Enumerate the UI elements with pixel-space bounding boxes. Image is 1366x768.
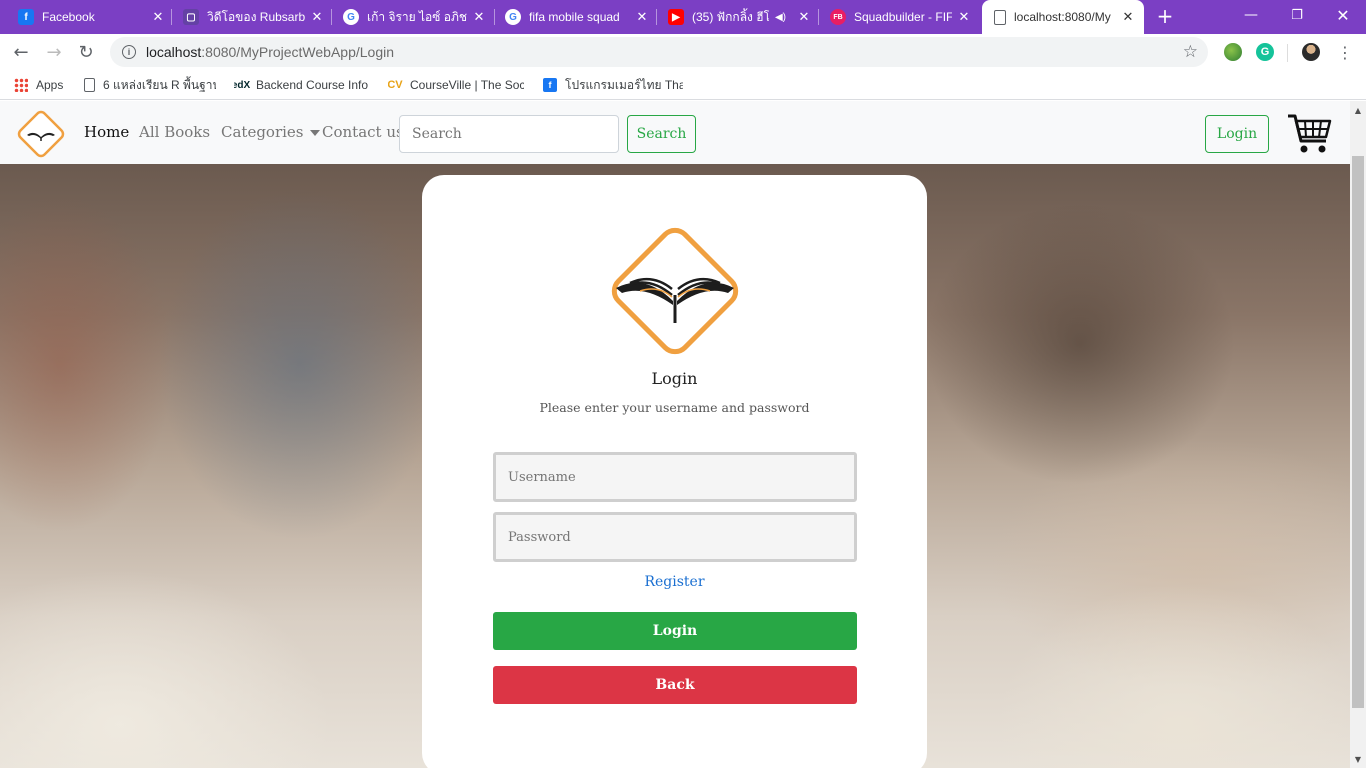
apps-grid-icon xyxy=(14,78,28,92)
nav-categories-dropdown[interactable]: Categories xyxy=(221,123,320,141)
url-host: localhost xyxy=(146,44,202,60)
close-window-icon[interactable]: ✕ xyxy=(1320,0,1366,30)
close-tab-icon[interactable]: ✕ xyxy=(1120,9,1136,25)
tab-title: วิดีโอของ Rubsarb - xyxy=(207,9,305,24)
nav-all-books-link[interactable]: All Books xyxy=(139,123,210,141)
info-icon[interactable]: i xyxy=(122,45,136,59)
caret-down-icon xyxy=(309,130,320,136)
bookmark-apps[interactable]: Apps xyxy=(14,76,63,94)
grammarly-icon[interactable]: G xyxy=(1256,43,1274,61)
nav-login-button[interactable]: Login xyxy=(1205,115,1269,153)
shopping-cart-icon[interactable] xyxy=(1286,111,1332,155)
speaker-icon[interactable]: ◀) xyxy=(775,12,786,23)
bookmark-label: Backend Course Info xyxy=(256,78,369,92)
open-book-logo xyxy=(611,227,739,355)
new-tab-button[interactable]: + xyxy=(1154,6,1176,28)
facebook-icon: f xyxy=(543,78,557,92)
tab-google-1[interactable]: G เก้า จิราย ไอซ์ อภิชญ ✕ xyxy=(343,0,487,34)
back-button[interactable]: Back xyxy=(493,666,857,704)
tab-youtube[interactable]: ▶ (35) ฟักกลิ้ง ฮีโ ◀) ✕ xyxy=(668,0,812,34)
browser-tab-strip: f Facebook ✕ ▢ วิดีโอของ Rubsarb - ✕ G เ… xyxy=(0,0,1366,34)
login-card: Login Please enter your username and pas… xyxy=(422,175,927,768)
url-path: :8080/MyProjectWebApp/Login xyxy=(201,44,395,60)
bookmark-r-learning[interactable]: 6 แหล่งเรียน R พื้นฐานฟ xyxy=(84,76,216,94)
bookmark-label: 6 แหล่งเรียน R พื้นฐานฟ xyxy=(103,77,216,92)
extension-globe-icon[interactable] xyxy=(1224,43,1242,61)
youtube-icon: ▶ xyxy=(668,9,684,25)
google-icon: G xyxy=(343,9,359,25)
profile-avatar[interactable] xyxy=(1302,43,1320,61)
bookmark-label: Apps xyxy=(36,78,64,92)
page-viewport: Home All Books Categories Contact us Sea… xyxy=(0,101,1350,768)
scrollbar-thumb[interactable] xyxy=(1352,156,1364,708)
forward-arrow-icon[interactable]: → xyxy=(42,40,66,64)
bookmarks-bar: Apps 6 แหล่งเรียน R พื้นฐานฟ edX Backend… xyxy=(0,70,1366,100)
close-tab-icon[interactable]: ✕ xyxy=(150,9,166,25)
twitch-icon: ▢ xyxy=(183,9,199,25)
tab-title: fifa mobile squad xyxy=(529,10,620,24)
register-link[interactable]: Register xyxy=(422,574,927,590)
login-subtitle: Please enter your username and password xyxy=(539,400,810,415)
site-navbar: Home All Books Categories Contact us Sea… xyxy=(0,101,1350,164)
facebook-icon: f xyxy=(18,9,34,25)
browser-toolbar: ← → ↻ i localhost:8080/MyProjectWebApp/L… xyxy=(0,34,1366,70)
password-field[interactable] xyxy=(493,512,857,562)
brand-logo[interactable] xyxy=(14,109,68,159)
restore-window-icon[interactable]: ❐ xyxy=(1274,0,1320,30)
courseville-icon: CV xyxy=(388,79,403,91)
login-title: Login xyxy=(651,369,698,388)
bookmark-backend-course[interactable]: edX Backend Course Info xyxy=(234,76,370,94)
reload-icon[interactable]: ↻ xyxy=(74,40,98,64)
scroll-down-arrow-icon[interactable]: ▼ xyxy=(1350,752,1366,766)
nav-contact-link[interactable]: Contact us xyxy=(322,123,404,141)
close-tab-icon[interactable]: ✕ xyxy=(796,9,812,25)
menu-kebab-icon[interactable]: ⋮ xyxy=(1333,40,1357,64)
close-tab-icon[interactable]: ✕ xyxy=(956,9,972,25)
bookmark-label: CourseVille | The Soc xyxy=(410,78,524,92)
minimize-window-icon[interactable]: — xyxy=(1228,0,1274,30)
google-icon: G xyxy=(505,9,521,25)
bookmark-thai-programmer[interactable]: f โปรแกรมเมอร์ไทย Thai xyxy=(543,76,683,94)
tab-title: (35) ฟักกลิ้ง ฮีโ xyxy=(692,9,769,24)
search-input[interactable] xyxy=(399,115,619,153)
tab-squadbuilder[interactable]: FB Squadbuilder - FIF ✕ xyxy=(830,0,972,34)
search-button[interactable]: Search xyxy=(627,115,696,153)
squadbuilder-icon: FB xyxy=(830,9,846,25)
tab-title: Facebook xyxy=(42,10,95,24)
page-icon xyxy=(994,9,1006,25)
scroll-up-arrow-icon[interactable]: ▲ xyxy=(1350,103,1366,117)
login-button[interactable]: Login xyxy=(493,612,857,650)
page-icon xyxy=(84,78,95,92)
back-arrow-icon[interactable]: ← xyxy=(9,40,33,64)
tab-facebook[interactable]: f Facebook ✕ xyxy=(18,0,166,34)
tab-localhost-active[interactable]: localhost:8080/My ✕ xyxy=(982,0,1144,34)
tab-title: เก้า จิราย ไอซ์ อภิชญ xyxy=(367,9,467,24)
categories-label: Categories xyxy=(221,123,304,141)
close-tab-icon[interactable]: ✕ xyxy=(634,9,650,25)
tab-google-2[interactable]: G fifa mobile squad ✕ xyxy=(505,0,650,34)
bookmark-courseville[interactable]: CV CourseVille | The Soc xyxy=(388,76,524,94)
edx-icon: edX xyxy=(234,79,251,91)
tab-title: localhost:8080/My xyxy=(1014,10,1111,24)
tab-title: Squadbuilder - FIF xyxy=(854,10,952,24)
bookmark-label: โปรแกรมเมอร์ไทย Thai xyxy=(565,77,683,92)
tab-rubsarb[interactable]: ▢ วิดีโอของ Rubsarb - ✕ xyxy=(183,0,325,34)
username-field[interactable] xyxy=(493,452,857,502)
nav-home-link[interactable]: Home xyxy=(84,123,129,141)
close-tab-icon[interactable]: ✕ xyxy=(471,9,487,25)
address-bar[interactable]: i localhost:8080/MyProjectWebApp/Login ☆ xyxy=(110,37,1208,67)
bookmark-star-icon[interactable]: ☆ xyxy=(1183,42,1198,62)
close-tab-icon[interactable]: ✕ xyxy=(309,9,325,25)
